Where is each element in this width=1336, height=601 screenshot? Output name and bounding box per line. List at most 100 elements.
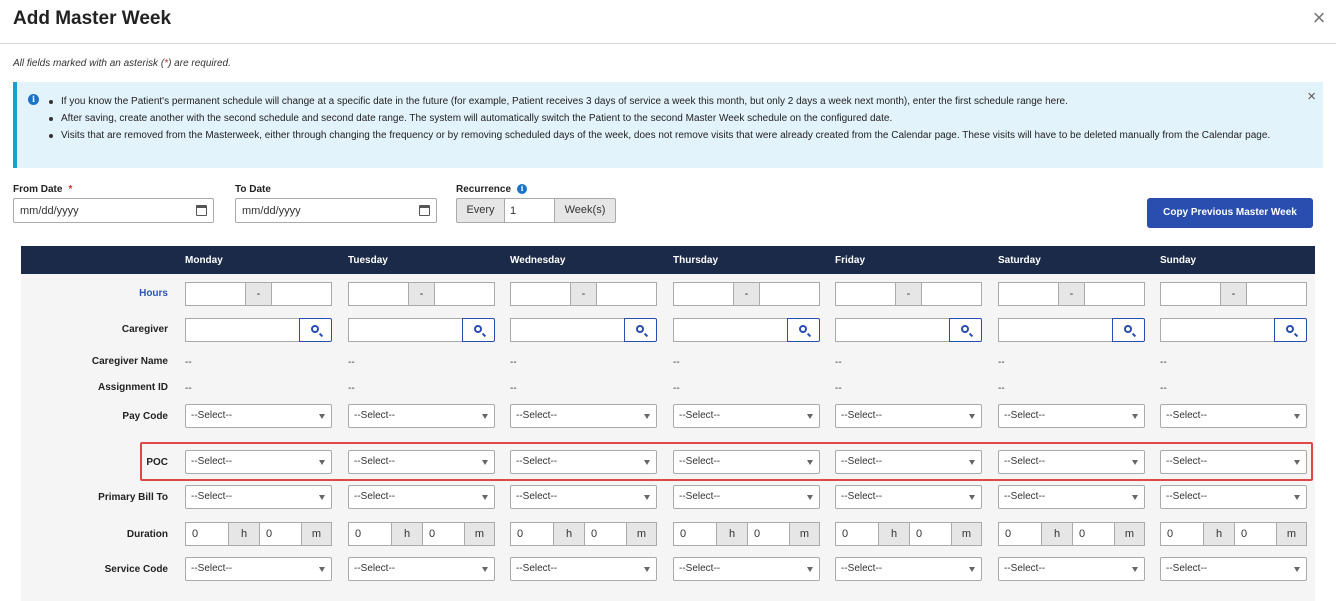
- row-label-caregiver: Caregiver: [121, 324, 168, 335]
- select-value: --Select--: [1166, 491, 1208, 502]
- hours-end-input[interactable]: [759, 282, 820, 306]
- hours-start-input[interactable]: [348, 282, 409, 306]
- poc-saturday-select[interactable]: --Select--: [998, 450, 1145, 474]
- pay-code-friday-select[interactable]: --Select--: [835, 404, 982, 428]
- hours-range-thursday: -: [673, 282, 820, 306]
- caregiver-search-button[interactable]: [462, 318, 495, 342]
- pay-code-thursday-select[interactable]: --Select--: [673, 404, 820, 428]
- caregiver-input[interactable]: [998, 318, 1112, 342]
- calendar-icon[interactable]: [419, 205, 430, 216]
- duration-minutes-input[interactable]: 0: [422, 522, 465, 546]
- primary-bill-to-friday-select[interactable]: --Select--: [835, 485, 982, 509]
- caregiver-field-tuesday: [348, 318, 495, 342]
- hours-start-input[interactable]: [510, 282, 571, 306]
- to-date-input[interactable]: mm/dd/yyyy: [235, 198, 437, 223]
- caregiver-search-button[interactable]: [1274, 318, 1307, 342]
- day-header-friday: Friday: [835, 255, 866, 266]
- select-value: --Select--: [516, 491, 558, 502]
- hours-start-input[interactable]: [185, 282, 246, 306]
- poc-tuesday-select[interactable]: --Select--: [348, 450, 495, 474]
- recurrence-input[interactable]: 1: [504, 198, 555, 223]
- hours-start-input[interactable]: [1160, 282, 1221, 306]
- recurrence-group: Every 1 Week(s): [456, 198, 616, 223]
- primary-bill-to-tuesday-select[interactable]: --Select--: [348, 485, 495, 509]
- duration-minutes-input[interactable]: 0: [909, 522, 952, 546]
- chevron-down-icon: [482, 414, 488, 419]
- service-code-sunday-select[interactable]: --Select--: [1160, 557, 1307, 581]
- caregiver-search-button[interactable]: [949, 318, 982, 342]
- hours-start-input[interactable]: [835, 282, 896, 306]
- chevron-down-icon: [644, 567, 650, 572]
- service-code-wednesday-select[interactable]: --Select--: [510, 557, 657, 581]
- poc-thursday-select[interactable]: --Select--: [673, 450, 820, 474]
- poc-friday-select[interactable]: --Select--: [835, 450, 982, 474]
- caregiver-search-button[interactable]: [1112, 318, 1145, 342]
- primary-bill-to-saturday-select[interactable]: --Select--: [998, 485, 1145, 509]
- pay-code-monday-select[interactable]: --Select--: [185, 404, 332, 428]
- hours-start-input[interactable]: [998, 282, 1059, 306]
- pay-code-wednesday-select[interactable]: --Select--: [510, 404, 657, 428]
- pay-code-saturday-select[interactable]: --Select--: [998, 404, 1145, 428]
- hours-end-input[interactable]: [596, 282, 657, 306]
- chevron-down-icon: [807, 495, 813, 500]
- recurrence-info-icon[interactable]: i: [517, 184, 528, 194]
- primary-bill-to-monday-select[interactable]: --Select--: [185, 485, 332, 509]
- poc-sunday-select[interactable]: --Select--: [1160, 450, 1307, 474]
- duration-hours-input[interactable]: 0: [1160, 522, 1204, 546]
- caregiver-input[interactable]: [185, 318, 299, 342]
- poc-monday-select[interactable]: --Select--: [185, 450, 332, 474]
- copy-previous-master-week-button[interactable]: Copy Previous Master Week: [1147, 198, 1313, 228]
- service-code-tuesday-select[interactable]: --Select--: [348, 557, 495, 581]
- hours-end-input[interactable]: [434, 282, 495, 306]
- calendar-icon[interactable]: [196, 205, 207, 216]
- chevron-down-icon: [969, 414, 975, 419]
- caregiver-input[interactable]: [348, 318, 462, 342]
- hours-end-input[interactable]: [921, 282, 982, 306]
- caregiver-input[interactable]: [673, 318, 787, 342]
- caregiver-search-button[interactable]: [787, 318, 820, 342]
- duration-hours-input[interactable]: 0: [348, 522, 392, 546]
- service-code-friday-select[interactable]: --Select--: [835, 557, 982, 581]
- close-icon[interactable]: ×: [1308, 7, 1330, 30]
- caregiver-input[interactable]: [835, 318, 949, 342]
- select-value: --Select--: [1004, 491, 1046, 502]
- select-value: --Select--: [679, 456, 721, 467]
- duration-hours-input[interactable]: 0: [835, 522, 879, 546]
- service-code-saturday-select[interactable]: --Select--: [998, 557, 1145, 581]
- primary-bill-to-sunday-select[interactable]: --Select--: [1160, 485, 1307, 509]
- row-label-hours[interactable]: Hours: [139, 288, 168, 299]
- hours-end-input[interactable]: [271, 282, 332, 306]
- hours-end-input[interactable]: [1084, 282, 1145, 306]
- from-date-input[interactable]: mm/dd/yyyy: [13, 198, 214, 223]
- service-code-monday-select[interactable]: --Select--: [185, 557, 332, 581]
- duration-hours-input[interactable]: 0: [185, 522, 229, 546]
- hours-end-input[interactable]: [1246, 282, 1307, 306]
- hours-separator: -: [896, 282, 921, 306]
- hours-separator: -: [571, 282, 596, 306]
- info-close-icon[interactable]: ×: [1307, 89, 1316, 104]
- chevron-down-icon: [1294, 495, 1300, 500]
- caregiver-input[interactable]: [510, 318, 624, 342]
- assignment-id-tuesday-value: --: [348, 382, 355, 394]
- primary-bill-to-thursday-select[interactable]: --Select--: [673, 485, 820, 509]
- caregiver-input[interactable]: [1160, 318, 1274, 342]
- poc-wednesday-select[interactable]: --Select--: [510, 450, 657, 474]
- duration-field-friday: 0h0m: [835, 522, 982, 546]
- primary-bill-to-wednesday-select[interactable]: --Select--: [510, 485, 657, 509]
- hours-start-input[interactable]: [673, 282, 734, 306]
- hours-separator: -: [1221, 282, 1246, 306]
- duration-minutes-input[interactable]: 0: [259, 522, 302, 546]
- duration-minutes-input[interactable]: 0: [1072, 522, 1115, 546]
- duration-hours-input[interactable]: 0: [510, 522, 554, 546]
- duration-minutes-input[interactable]: 0: [747, 522, 790, 546]
- duration-minutes-input[interactable]: 0: [584, 522, 627, 546]
- duration-minutes-input[interactable]: 0: [1234, 522, 1277, 546]
- caregiver-search-button[interactable]: [624, 318, 657, 342]
- pay-code-sunday-select[interactable]: --Select--: [1160, 404, 1307, 428]
- caregiver-search-button[interactable]: [299, 318, 332, 342]
- duration-hours-input[interactable]: 0: [673, 522, 717, 546]
- duration-hours-input[interactable]: 0: [998, 522, 1042, 546]
- pay-code-tuesday-select[interactable]: --Select--: [348, 404, 495, 428]
- empty-value: --: [185, 357, 192, 368]
- service-code-thursday-select[interactable]: --Select--: [673, 557, 820, 581]
